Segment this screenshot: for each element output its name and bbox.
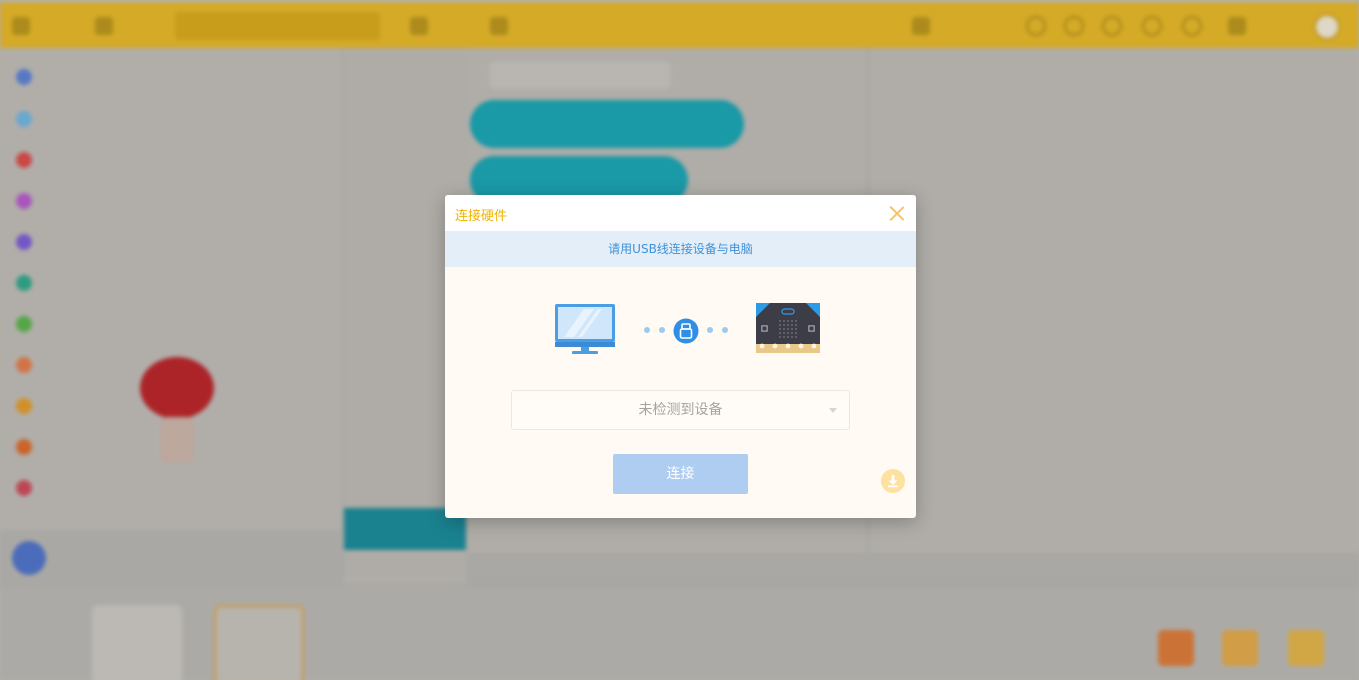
device-select[interactable]: 未检测到设备 [511, 390, 850, 430]
connection-illustration [445, 299, 916, 359]
dialog-header: 连接硬件 [445, 195, 916, 232]
instruction-banner: 请用USB线连接设备与电脑 [445, 232, 916, 267]
close-icon[interactable] [888, 204, 906, 222]
connect-button[interactable]: 连接 [613, 454, 748, 494]
usb-plug-icon [673, 318, 699, 344]
download-button[interactable] [881, 469, 905, 493]
microbit-board-icon [756, 303, 820, 353]
computer-monitor-icon [555, 304, 615, 354]
download-icon [888, 475, 898, 488]
chevron-down-icon [829, 408, 837, 413]
connect-hardware-dialog: 连接硬件 请用USB线连接设备与电脑 未检测到设备 连接 [445, 195, 916, 518]
dialog-title: 连接硬件 [455, 209, 508, 224]
device-select-value: 未检测到设备 [638, 402, 723, 418]
